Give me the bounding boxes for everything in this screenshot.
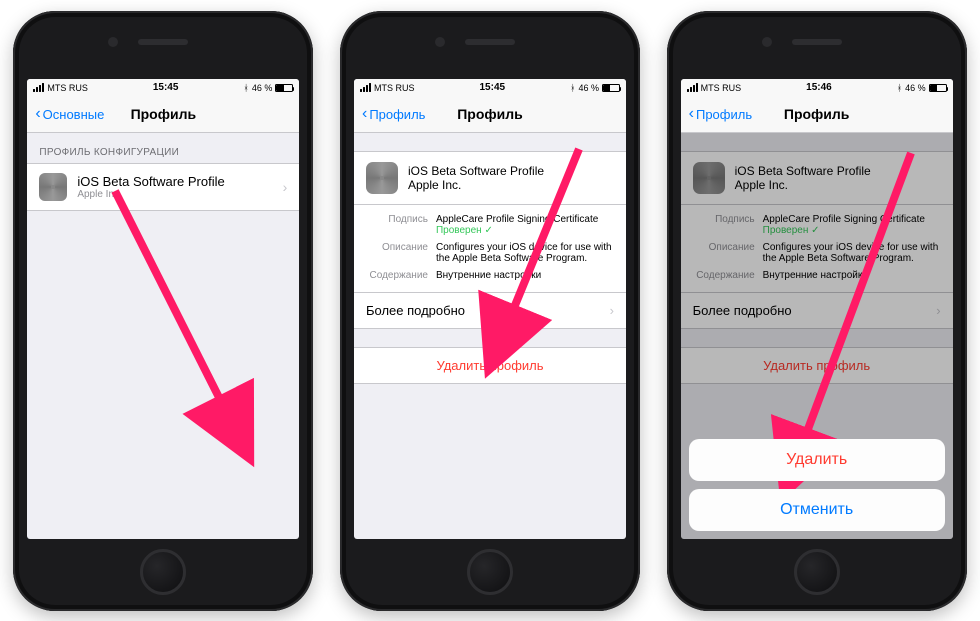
- phone-speaker: [792, 39, 842, 45]
- phone-camera: [108, 37, 118, 47]
- bluetooth-icon: ᚼ: [243, 83, 248, 93]
- phone-camera: [762, 37, 772, 47]
- battery-icon: [602, 84, 620, 92]
- chevron-left-icon: ‹: [362, 106, 367, 122]
- label-description: Описание: [366, 242, 428, 264]
- phone-frame-1: MTS RUS 15:45 ᚼ 46 % ‹ Основные Профиль …: [13, 11, 313, 611]
- home-button[interactable]: [467, 549, 513, 595]
- delete-profile-button[interactable]: Удалить профиль: [354, 347, 626, 384]
- carrier-label: MTS RUS: [374, 83, 415, 93]
- bluetooth-icon: ᚼ: [897, 83, 902, 93]
- profile-details: Подпись AppleCare Profile Signing Certif…: [354, 205, 626, 293]
- nav-bar: ‹ Профиль Профиль: [681, 97, 953, 133]
- chevron-left-icon: ‹: [35, 106, 40, 122]
- phone-frame-2: MTS RUS 15:45 ᚼ 46 % ‹ Профиль Профиль i…: [340, 11, 640, 611]
- back-label: Основные: [43, 107, 105, 122]
- status-bar: MTS RUS 15:45 ᚼ 46 %: [354, 79, 626, 97]
- profile-name: iOS Beta Software Profile: [77, 174, 282, 189]
- action-sheet: Удалить Отменить: [689, 431, 945, 531]
- annotation-arrow: [97, 173, 277, 466]
- battery-icon: [929, 84, 947, 92]
- signal-icon: [687, 83, 698, 92]
- status-bar: MTS RUS 15:45 ᚼ 46 %: [27, 79, 299, 97]
- content-area: iOS Beta Software Profile Apple Inc. Под…: [354, 133, 626, 539]
- profile-org: Apple Inc.: [408, 178, 544, 192]
- signal-icon: [33, 83, 44, 92]
- value-contents: Внутренние настройки: [436, 270, 614, 281]
- carrier-label: MTS RUS: [701, 83, 742, 93]
- bluetooth-icon: ᚼ: [570, 83, 575, 93]
- phone-speaker: [465, 39, 515, 45]
- back-label: Профиль: [369, 107, 425, 122]
- gear-icon: [39, 173, 67, 201]
- section-header: ПРОФИЛЬ КОНФИГУРАЦИИ: [27, 133, 299, 163]
- content-area: iOS Beta Software Profile Apple Inc. Под…: [681, 133, 953, 539]
- status-bar: MTS RUS 15:46 ᚼ 46 %: [681, 79, 953, 97]
- battery-percent: 46 %: [252, 83, 273, 93]
- back-button[interactable]: ‹ Профиль: [362, 106, 425, 122]
- back-button[interactable]: ‹ Основные: [35, 106, 104, 122]
- battery-percent: 46 %: [578, 83, 599, 93]
- gear-icon: [366, 162, 398, 194]
- nav-bar: ‹ Основные Профиль: [27, 97, 299, 133]
- battery-icon: [275, 84, 293, 92]
- value-description: Configures your iOS device for use with …: [436, 242, 614, 264]
- home-button[interactable]: [140, 549, 186, 595]
- value-signature: AppleCare Profile Signing Certificate: [436, 214, 598, 225]
- profile-row[interactable]: iOS Beta Software Profile Apple Inc. ›: [27, 163, 299, 211]
- carrier-label: MTS RUS: [47, 83, 88, 93]
- sheet-cancel-button[interactable]: Отменить: [689, 489, 945, 531]
- status-time: 15:45: [479, 82, 505, 93]
- phone-frame-3: MTS RUS 15:46 ᚼ 46 % ‹ Профиль Профиль i…: [667, 11, 967, 611]
- chevron-right-icon: ›: [283, 179, 288, 195]
- status-time: 15:45: [153, 82, 179, 93]
- screen-3: MTS RUS 15:46 ᚼ 46 % ‹ Профиль Профиль i…: [681, 79, 953, 539]
- back-label: Профиль: [696, 107, 752, 122]
- content-area: ПРОФИЛЬ КОНФИГУРАЦИИ iOS Beta Software P…: [27, 133, 299, 539]
- status-time: 15:46: [806, 82, 832, 93]
- phone-speaker: [138, 39, 188, 45]
- value-verified: Проверен: [436, 225, 493, 236]
- nav-bar: ‹ Профиль Профиль: [354, 97, 626, 133]
- profile-org: Apple Inc.: [77, 189, 282, 200]
- screen-2: MTS RUS 15:45 ᚼ 46 % ‹ Профиль Профиль i…: [354, 79, 626, 539]
- label-contents: Содержание: [366, 270, 428, 281]
- label-signature: Подпись: [366, 214, 428, 236]
- signal-icon: [360, 83, 371, 92]
- back-button[interactable]: ‹ Профиль: [689, 106, 752, 122]
- more-details-row[interactable]: Более подробно ›: [354, 293, 626, 329]
- more-details-label: Более подробно: [366, 303, 465, 318]
- sheet-delete-button[interactable]: Удалить: [689, 439, 945, 481]
- profile-name: iOS Beta Software Profile: [408, 164, 544, 178]
- battery-percent: 46 %: [905, 83, 926, 93]
- profile-header-cell: iOS Beta Software Profile Apple Inc.: [354, 151, 626, 205]
- screen-1: MTS RUS 15:45 ᚼ 46 % ‹ Основные Профиль …: [27, 79, 299, 539]
- chevron-right-icon: ›: [610, 303, 614, 318]
- phone-camera: [435, 37, 445, 47]
- home-button[interactable]: [794, 549, 840, 595]
- chevron-left-icon: ‹: [689, 106, 694, 122]
